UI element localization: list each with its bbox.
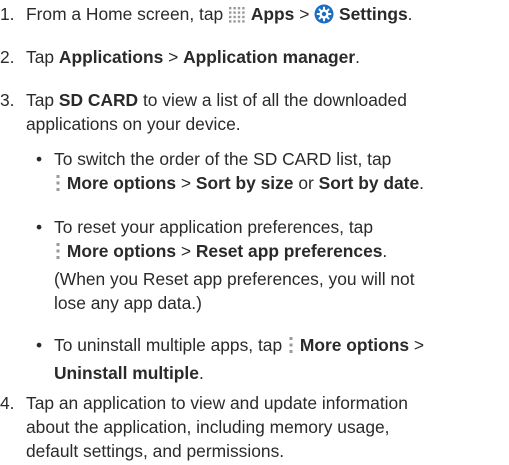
more-options-label: More options — [66, 241, 177, 261]
instructions-page: 1. From a Home screen, tap Apps > Settin… — [0, 0, 509, 465]
sd-card-label: SD CARD — [58, 90, 139, 110]
more-options-icon — [54, 241, 62, 267]
more-options-icon — [287, 335, 295, 361]
sort-by-date-label: Sort by date — [318, 173, 420, 193]
step-number: 2. — [0, 47, 15, 67]
more-options-label: More options — [66, 173, 177, 193]
application-manager-label: Application manager — [183, 47, 356, 67]
bullet-dot: • — [36, 335, 43, 355]
step-number: 4. — [0, 393, 15, 413]
step-number: 3. — [0, 90, 15, 110]
settings-label: Settings — [339, 4, 408, 24]
apps-label: Apps — [250, 4, 295, 24]
more-options-icon — [54, 173, 62, 199]
bullet-reset: • To reset your application preferences,… — [36, 217, 415, 313]
step-1: 1. From a Home screen, tap Apps > Settin… — [0, 2, 509, 28]
step-number: 1. — [0, 4, 15, 24]
more-options-label: More options — [299, 335, 410, 355]
step-text: From a Home screen, tap Apps > Settings. — [26, 2, 509, 30]
bullet-dot: • — [36, 217, 43, 237]
step-3: 3. Tap SD CARD to view a list of all the… — [0, 88, 509, 388]
step-text: Tap SD CARD to view a list of all the do… — [26, 90, 407, 134]
settings-gear-icon — [314, 4, 334, 30]
step-text: Tap Applications > Application manager. — [26, 47, 360, 67]
step-2: 2. Tap Applications > Application manage… — [0, 45, 509, 71]
uninstall-multiple-label: Uninstall multiple — [54, 363, 199, 383]
bullet-sort: • To switch the order of the SD CARD lis… — [36, 147, 509, 197]
reset-app-preferences-label: Reset app preferences — [195, 241, 383, 261]
apps-grid-icon — [228, 6, 246, 30]
bullet-dot: • — [36, 149, 43, 169]
bullet-uninstall: • To uninstall multiple apps, tap More o… — [36, 335, 425, 383]
step-4: 4. Tap an application to view and update… — [0, 391, 509, 465]
step-text: Tap an application to view and update in… — [26, 393, 408, 461]
sort-by-size-label: Sort by size — [195, 173, 294, 193]
applications-label: Applications — [58, 47, 164, 67]
